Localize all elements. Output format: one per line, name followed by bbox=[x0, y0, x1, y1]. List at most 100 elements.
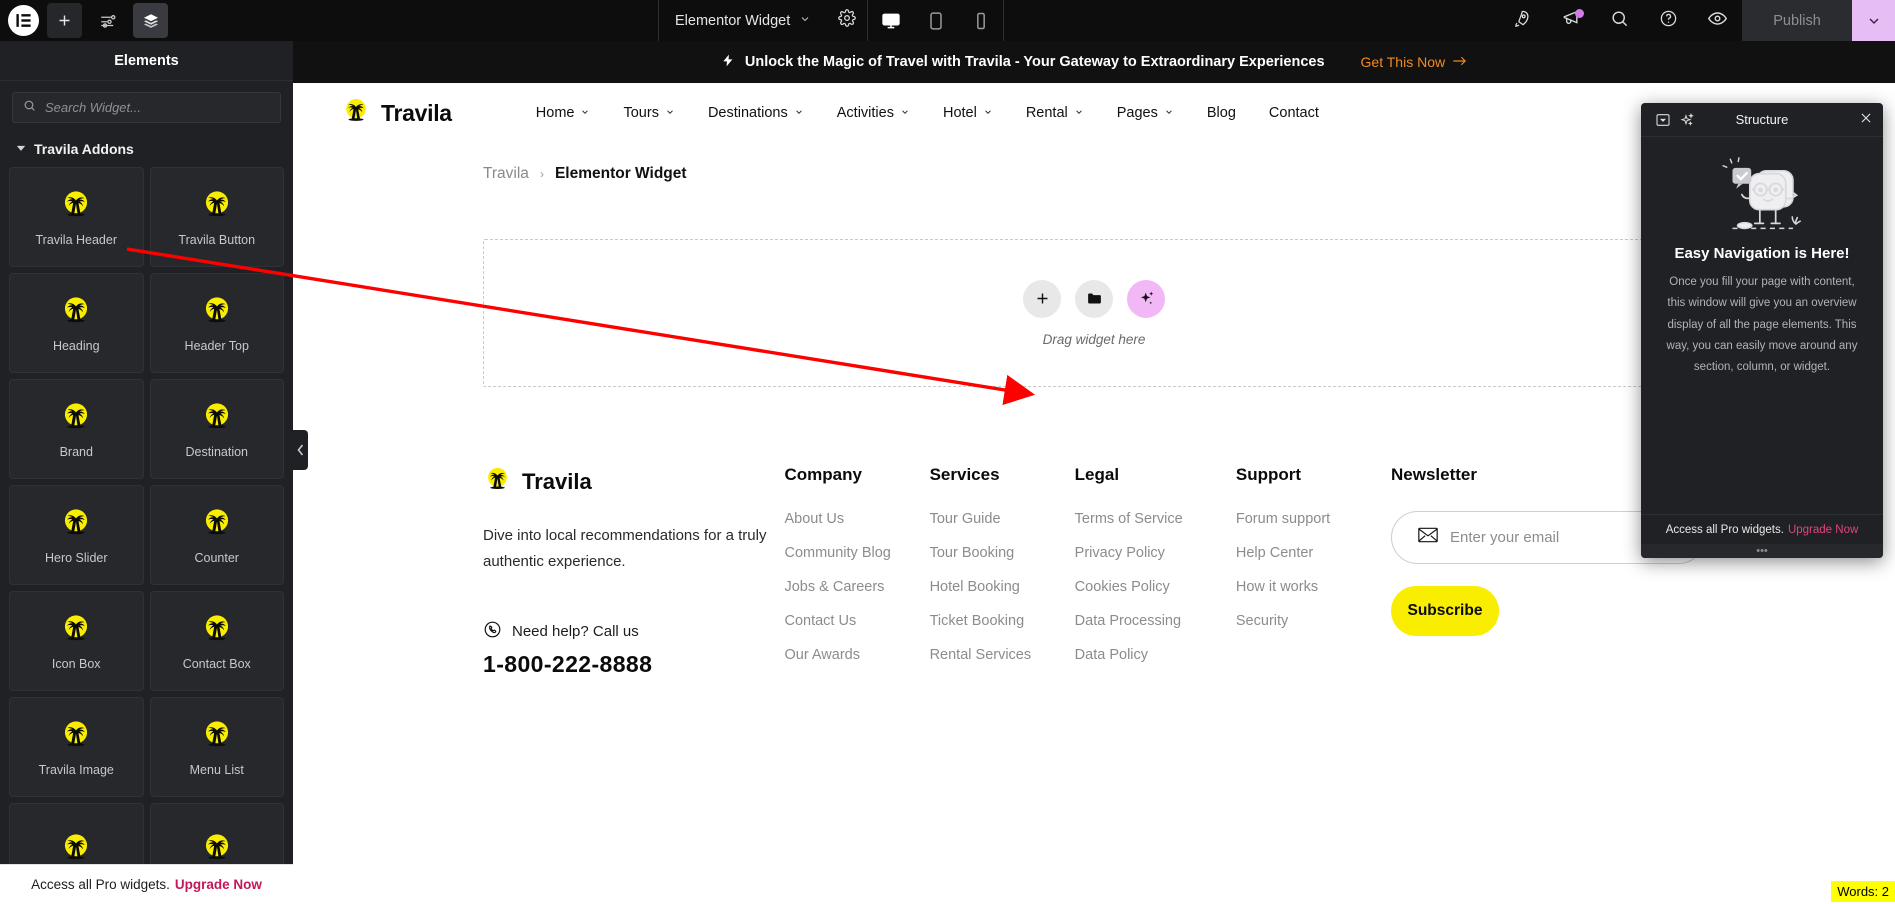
promo-cta-link[interactable]: Get This Now bbox=[1361, 54, 1468, 70]
footer-link[interactable]: Forum support bbox=[1236, 511, 1381, 527]
footer-link[interactable]: Hotel Booking bbox=[930, 579, 1075, 595]
nav-links: Home Tours Destinations Activities Hotel Rent… bbox=[536, 105, 1319, 121]
preview-changes-button[interactable] bbox=[1693, 0, 1742, 41]
footer-help: Need help? Call us bbox=[483, 620, 784, 643]
help-icon bbox=[1659, 9, 1678, 33]
finder-search-button[interactable] bbox=[1595, 0, 1644, 41]
footer-link[interactable]: Data Policy bbox=[1075, 647, 1236, 663]
nav-link-blog[interactable]: Blog bbox=[1207, 105, 1236, 121]
widget-card[interactable]: Counter bbox=[150, 485, 285, 585]
footer-link[interactable]: How it works bbox=[1236, 579, 1381, 595]
nav-link-tours[interactable]: Tours bbox=[623, 105, 674, 121]
category-travila-addons[interactable]: Travila Addons bbox=[0, 129, 293, 167]
nav-link-hotel[interactable]: Hotel bbox=[943, 105, 993, 121]
widget-card[interactable]: Contact Box bbox=[150, 591, 285, 691]
device-tablet-button[interactable] bbox=[913, 0, 958, 41]
notification-badge bbox=[1575, 9, 1584, 18]
add-template-folder-button[interactable] bbox=[1075, 280, 1113, 318]
footer-link[interactable]: Help Center bbox=[1236, 545, 1381, 561]
page-settings-button[interactable] bbox=[90, 3, 125, 38]
drag-handle-icon[interactable]: ••• bbox=[1641, 544, 1883, 558]
footer-link[interactable]: Data Processing bbox=[1075, 613, 1236, 629]
nav-link-activities[interactable]: Activities bbox=[837, 105, 910, 121]
widget-card[interactable]: Destination bbox=[150, 379, 285, 479]
site-brand[interactable]: Travila bbox=[341, 96, 452, 131]
sparkle-ai-icon[interactable] bbox=[1675, 108, 1699, 132]
panel-collapse-handle[interactable] bbox=[293, 430, 308, 470]
widget-card[interactable]: Brand bbox=[9, 379, 144, 479]
site-launch-button[interactable] bbox=[1497, 0, 1546, 41]
ai-generate-button[interactable] bbox=[1127, 280, 1165, 318]
nav-link-rental[interactable]: Rental bbox=[1026, 105, 1084, 121]
footer-link[interactable]: About Us bbox=[784, 511, 929, 527]
upgrade-now-link[interactable]: Upgrade Now bbox=[175, 877, 262, 892]
nav-link-pages[interactable]: Pages bbox=[1117, 105, 1174, 121]
nav-link-label: Rental bbox=[1026, 105, 1068, 121]
collapse-panel-icon[interactable] bbox=[1651, 108, 1675, 132]
subscribe-button[interactable]: Subscribe bbox=[1391, 586, 1499, 636]
widget-card[interactable]: Travila Button bbox=[150, 167, 285, 267]
widget-card[interactable]: Heading bbox=[9, 273, 144, 373]
elementor-logo-icon[interactable] bbox=[8, 5, 39, 36]
nav-link-label: Activities bbox=[837, 105, 894, 121]
nav-link-destinations[interactable]: Destinations bbox=[708, 105, 804, 121]
widget-card[interactable]: Travila Image bbox=[9, 697, 144, 797]
publish-options-button[interactable] bbox=[1852, 0, 1895, 41]
palm-tree-icon bbox=[59, 506, 93, 540]
nav-link-contact[interactable]: Contact bbox=[1269, 105, 1319, 121]
structure-upgrade-now-link[interactable]: Upgrade Now bbox=[1788, 524, 1858, 536]
widget-card[interactable]: Icon Box bbox=[9, 591, 144, 691]
help-button[interactable] bbox=[1644, 0, 1693, 41]
footer-brand[interactable]: Travila bbox=[483, 465, 784, 499]
footer-column-legal: Legal Terms of ServicePrivacy PolicyCook… bbox=[1075, 465, 1236, 681]
search-widget-box[interactable] bbox=[12, 92, 281, 123]
widget-card[interactable] bbox=[9, 803, 144, 864]
footer-link[interactable]: Cookies Policy bbox=[1075, 579, 1236, 595]
structure-panel: Structure bbox=[1641, 103, 1883, 558]
footer-link[interactable]: Rental Services bbox=[930, 647, 1075, 663]
add-new-section-button[interactable] bbox=[1023, 280, 1061, 318]
structure-navigator-button[interactable] bbox=[133, 3, 168, 38]
device-mode-switcher bbox=[868, 0, 1003, 41]
footer-column-support: Support Forum supportHelp CenterHow it w… bbox=[1236, 465, 1381, 681]
whats-new-button[interactable] bbox=[1546, 0, 1595, 41]
envelope-icon bbox=[1418, 527, 1438, 548]
widget-card[interactable]: Travila Header bbox=[9, 167, 144, 267]
device-desktop-button[interactable] bbox=[868, 0, 913, 41]
footer-link[interactable]: Tour Booking bbox=[930, 545, 1075, 561]
footer-link[interactable]: Community Blog bbox=[784, 545, 929, 561]
footer-link[interactable]: Privacy Policy bbox=[1075, 545, 1236, 561]
footer-brand-column: Travila Dive into local recommendations … bbox=[483, 465, 784, 681]
breadcrumb-parent[interactable]: Travila bbox=[483, 165, 529, 183]
footer-link-list: About Us Community Blog Jobs & Careers Cont… bbox=[784, 511, 929, 663]
add-element-button[interactable] bbox=[47, 3, 82, 38]
footer-link[interactable]: Tour Guide bbox=[930, 511, 1075, 527]
palm-tree-icon bbox=[200, 188, 234, 222]
footer-column-company: Company About UsCommunity BlogJobs & Car… bbox=[784, 465, 929, 681]
structure-panel-header: Structure bbox=[1641, 103, 1883, 137]
device-mobile-button[interactable] bbox=[958, 0, 1003, 41]
widget-card-label: Travila Image bbox=[39, 763, 114, 777]
footer-link[interactable]: Security bbox=[1236, 613, 1381, 629]
footer-link[interactable]: Our Awards bbox=[784, 647, 929, 663]
palm-tree-icon bbox=[59, 718, 93, 752]
editor-topbar: Elementor Widget bbox=[0, 0, 1895, 41]
widget-card-label: Menu List bbox=[190, 763, 244, 777]
footer-link[interactable]: Terms of Service bbox=[1075, 511, 1236, 527]
publish-button[interactable]: Publish bbox=[1742, 0, 1852, 41]
palm-tree-icon bbox=[59, 188, 93, 222]
widget-card[interactable] bbox=[150, 803, 285, 864]
nav-link-home[interactable]: Home bbox=[536, 105, 591, 121]
footer-link[interactable]: Jobs & Careers bbox=[784, 579, 929, 595]
footer-link[interactable]: Ticket Booking bbox=[930, 613, 1075, 629]
search-input[interactable] bbox=[45, 100, 270, 115]
footer-link[interactable]: Contact Us bbox=[784, 613, 929, 629]
widget-card[interactable]: Hero Slider bbox=[9, 485, 144, 585]
close-icon[interactable] bbox=[1859, 111, 1873, 129]
widget-card-label: Icon Box bbox=[52, 657, 101, 671]
widget-card[interactable]: Menu List bbox=[150, 697, 285, 797]
widget-card[interactable]: Header Top bbox=[150, 273, 285, 373]
document-name-dropdown[interactable]: Elementor Widget bbox=[659, 0, 827, 41]
drag-widget-dropzone[interactable]: Drag widget here bbox=[483, 239, 1705, 387]
document-settings-button[interactable] bbox=[827, 0, 867, 41]
